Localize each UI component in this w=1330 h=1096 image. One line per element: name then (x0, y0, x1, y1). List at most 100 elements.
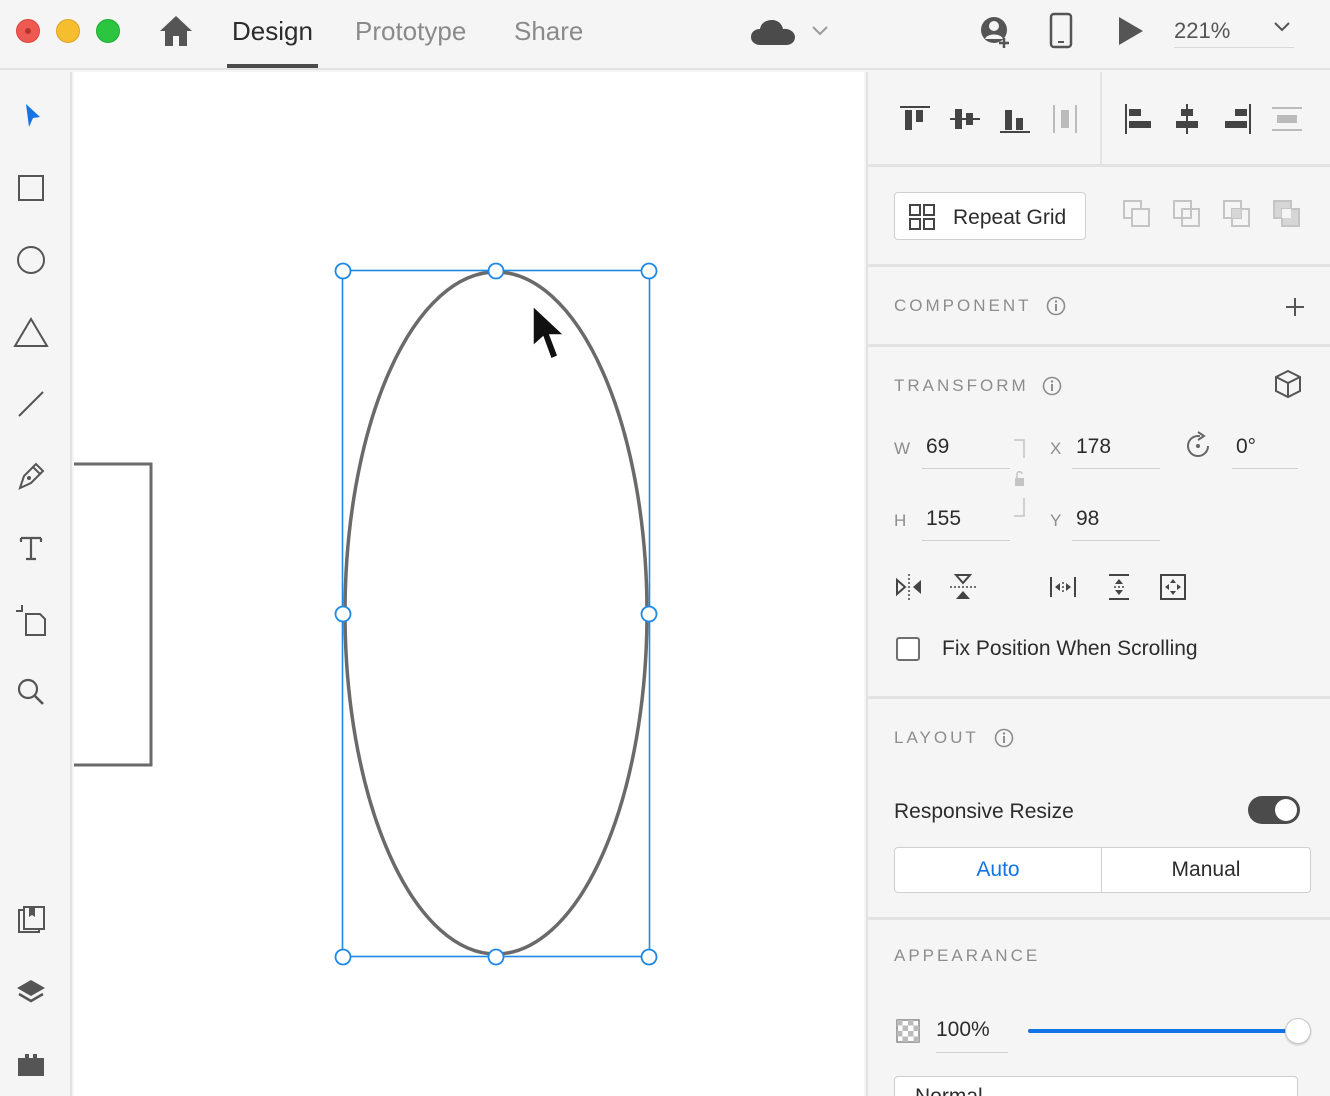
window-minimize-button[interactable] (56, 19, 80, 43)
blend-mode-select[interactable]: Normal (894, 1076, 1298, 1096)
info-icon[interactable] (1046, 296, 1066, 316)
resize-auto-button[interactable]: Auto (894, 847, 1102, 893)
boolean-subtract-icon[interactable] (1172, 199, 1202, 229)
y-underline (1072, 540, 1160, 541)
toggle-knob (1275, 799, 1297, 821)
assets-panel[interactable] (12, 901, 50, 939)
responsive-resize-label: Responsive Resize (894, 800, 1074, 823)
chevron-down-icon[interactable] (810, 22, 830, 38)
section-divider (868, 917, 1330, 920)
text-tool[interactable] (12, 529, 50, 567)
x-underline (1072, 468, 1160, 469)
canvas[interactable] (74, 72, 864, 1096)
artboard-tool[interactable] (12, 601, 50, 639)
x-input[interactable]: 178 (1076, 435, 1111, 459)
opacity-underline (936, 1052, 1008, 1053)
add-icon[interactable] (1284, 296, 1306, 318)
y-input[interactable]: 98 (1076, 507, 1099, 531)
layers-icon (17, 980, 45, 1003)
pen-tool[interactable] (12, 457, 50, 495)
triangle-icon (13, 317, 49, 347)
flip-vertical-icon[interactable] (948, 572, 978, 602)
line-icon (18, 391, 44, 417)
ellipse-icon (17, 246, 45, 274)
lock-aspect-icon[interactable] (1012, 438, 1026, 518)
tab-share[interactable]: Share (514, 16, 583, 68)
grid-icon (909, 204, 935, 230)
info-icon[interactable] (1042, 376, 1062, 396)
rotation-input[interactable]: 0° (1236, 435, 1256, 459)
zoom-underline (1174, 47, 1294, 48)
blend-mode-value: Normal (915, 1085, 983, 1096)
repeat-grid-button[interactable]: Repeat Grid (894, 192, 1086, 240)
zoom-tool[interactable] (12, 673, 50, 711)
3d-transform-icon[interactable] (1272, 368, 1304, 400)
play-icon[interactable] (1116, 14, 1146, 48)
pointer-arrow-icon (26, 104, 40, 127)
text-icon (19, 536, 43, 561)
tools-sidebar (0, 72, 72, 1096)
opacity-checker-icon (896, 1019, 920, 1043)
boolean-exclude-icon[interactable] (1272, 199, 1302, 229)
align-center-icon[interactable] (1170, 102, 1204, 136)
boolean-add-icon[interactable] (1122, 199, 1152, 229)
opacity-slider-thumb[interactable] (1285, 1018, 1311, 1044)
window-close-button[interactable] (16, 19, 40, 43)
section-divider (868, 696, 1330, 699)
component-section-title: COMPONENT (894, 296, 1032, 315)
align-bottom-icon[interactable] (998, 102, 1032, 136)
align-middle-icon[interactable] (948, 102, 982, 136)
transform-section-title: TRANSFORM (894, 376, 1029, 395)
ellipse-tool[interactable] (12, 241, 50, 279)
resize-manual-button[interactable]: Manual (1101, 847, 1311, 893)
pen-icon (18, 462, 45, 490)
info-icon[interactable] (994, 728, 1014, 748)
responsive-resize-toggle[interactable] (1248, 796, 1300, 824)
plugins-panel[interactable] (12, 1045, 50, 1083)
rectangle-icon (18, 175, 44, 201)
y-label: Y (1050, 511, 1062, 530)
opacity-slider[interactable] (1028, 1018, 1311, 1044)
title-bar: Design Prototype Share 221% (0, 0, 1330, 70)
width-label: W (894, 439, 911, 458)
polygon-tool[interactable] (12, 313, 50, 351)
distribute-vertical-icon[interactable] (1270, 102, 1304, 136)
align-left-icon[interactable] (1122, 102, 1156, 136)
mobile-preview-icon[interactable] (1048, 12, 1074, 50)
distribute-horizontal-icon[interactable] (1048, 102, 1082, 136)
assets-icon (18, 906, 45, 933)
window-maximize-button[interactable] (96, 19, 120, 43)
width-underline (922, 468, 1010, 469)
opacity-input[interactable]: 100% (936, 1018, 990, 1042)
home-icon[interactable] (158, 14, 194, 48)
align-top-icon[interactable] (898, 102, 932, 136)
rotation-underline (1232, 468, 1298, 469)
select-tool[interactable] (12, 97, 50, 135)
partial-rectangle-shape (74, 462, 153, 767)
share-user-icon[interactable] (976, 12, 1016, 52)
layers-panel[interactable] (12, 973, 50, 1011)
tab-design[interactable]: Design (227, 16, 318, 68)
flip-horizontal-icon[interactable] (894, 572, 924, 602)
height-label: H (894, 511, 907, 530)
rectangle-tool[interactable] (12, 169, 50, 207)
cloud-icon[interactable] (750, 18, 796, 46)
width-input[interactable]: 69 (926, 435, 949, 459)
height-input[interactable]: 155 (926, 507, 961, 531)
align-divider (1100, 72, 1102, 164)
tab-prototype[interactable]: Prototype (355, 16, 466, 68)
constrain-both-icon[interactable] (1158, 572, 1188, 602)
constrain-height-icon[interactable] (1104, 572, 1134, 602)
repeat-grid-label: Repeat Grid (953, 206, 1067, 229)
align-right-icon[interactable] (1220, 102, 1254, 136)
constrain-width-icon[interactable] (1048, 572, 1078, 602)
property-inspector: Repeat Grid COMPONENT TRANSFORM W 69 X 1… (866, 72, 1330, 1096)
zoom-level[interactable]: 221% (1174, 18, 1230, 44)
chevron-down-icon[interactable] (1272, 20, 1292, 34)
plugin-icon (18, 1054, 44, 1076)
fix-position-checkbox[interactable] (896, 637, 920, 661)
ellipse-shape (343, 270, 649, 956)
line-tool[interactable] (12, 385, 50, 423)
boolean-intersect-icon[interactable] (1222, 199, 1252, 229)
section-divider (868, 164, 1330, 167)
